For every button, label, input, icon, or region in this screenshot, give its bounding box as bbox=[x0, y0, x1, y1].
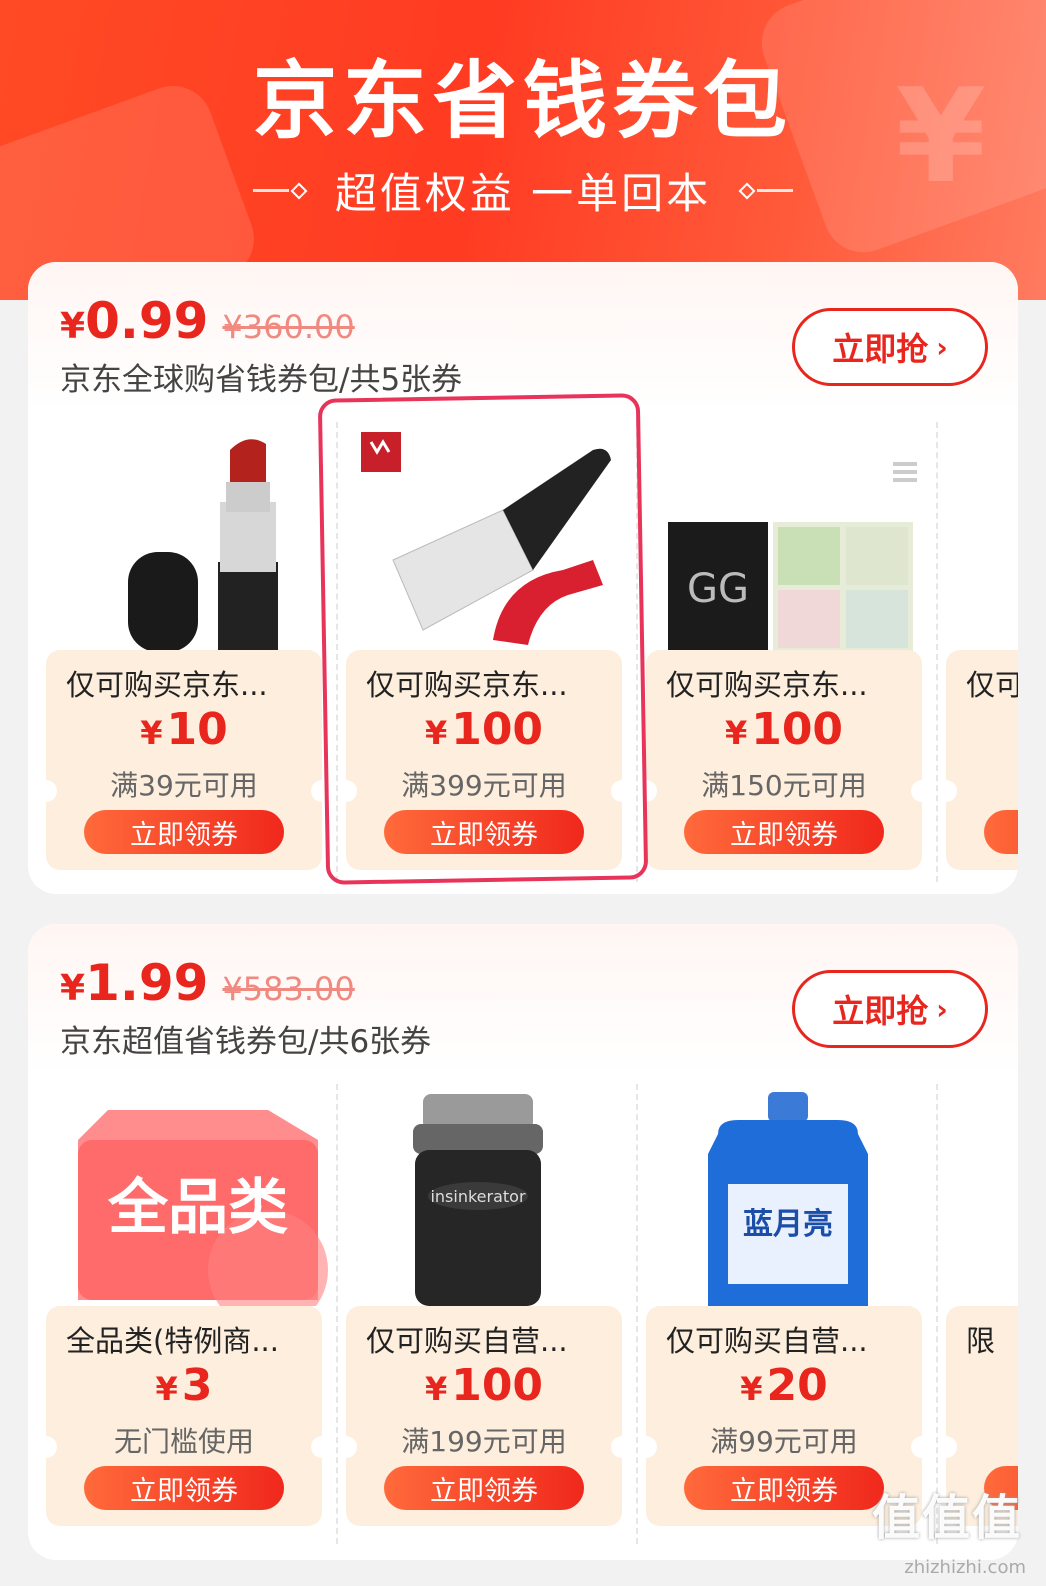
coupon-item: 仅可购买京东... ¥10 满39元可用 立即领券 bbox=[46, 650, 322, 870]
all-category-badge-text: 全品类 bbox=[107, 1173, 288, 1243]
page-title: 京东省钱券包 bbox=[252, 52, 793, 150]
banner-subtitle-row: 超值权益 一单回本 bbox=[0, 160, 1046, 221]
subtitle-left-ornament bbox=[252, 182, 309, 199]
claim-coupon-button[interactable]: 立即领券 bbox=[984, 810, 1018, 854]
coupon-divider bbox=[636, 1084, 638, 1544]
watermark-logo: 值值值 bbox=[871, 1490, 1022, 1546]
claim-coupon-button[interactable]: 立即领券 bbox=[84, 810, 284, 854]
coupon-condition: 无门槛使用 bbox=[113, 1425, 254, 1458]
coupon-value: ¥10 bbox=[140, 704, 228, 755]
coupon-condition: 满99元可用 bbox=[710, 1425, 858, 1458]
detergent-brand-text: 蓝月亮 bbox=[743, 1207, 833, 1242]
coupon-divider bbox=[336, 1084, 338, 1544]
coupon-item: 仅可购买自营... ¥100 满199元可用 立即领券 bbox=[346, 1306, 622, 1526]
coupon-value: ¥3 bbox=[155, 1360, 213, 1411]
grab-now-button[interactable]: 立即抢 › bbox=[792, 970, 988, 1048]
pack-price-row: ¥1.99 ¥583.00 bbox=[60, 954, 355, 1012]
claim-coupon-button[interactable]: 立即领券 bbox=[384, 1466, 584, 1510]
coupon-item: 仅可购买京东... ¥100 满150元可用 立即领券 bbox=[646, 650, 922, 870]
pack-original-price: ¥360.00 bbox=[222, 308, 355, 346]
watermark-url: zhizhizhi.com bbox=[904, 1557, 1026, 1578]
pack-price-row: ¥0.99 ¥360.00 bbox=[60, 292, 355, 350]
product-image-powder: GG bbox=[668, 462, 917, 652]
coupon-condition: 满39元可用 bbox=[110, 769, 258, 802]
product-image-disposer: insinkerator bbox=[413, 1094, 543, 1306]
coupon-value: ¥100 bbox=[724, 704, 844, 755]
coupon-condition: 满199元可用 bbox=[401, 1425, 567, 1458]
svg-text:GG: GG bbox=[687, 566, 749, 612]
coupon-condition: 满150元可用 bbox=[701, 769, 867, 802]
pack-original-price: ¥583.00 bbox=[222, 970, 355, 1008]
highlight-annotation bbox=[317, 393, 649, 885]
banner-subtitle: 超值权益 一单回本 bbox=[334, 169, 712, 218]
pack-description: 京东超值省钱券包/共6张券 bbox=[60, 1024, 432, 1060]
coupon-title: 仅可购买自营... bbox=[366, 1324, 568, 1358]
chevron-right-icon: › bbox=[936, 992, 948, 1026]
coupon-title: 仅可 bbox=[966, 668, 1018, 702]
grab-now-button[interactable]: 立即抢 › bbox=[792, 308, 988, 386]
coupon-title: 仅可购买京东... bbox=[66, 668, 268, 702]
coupon-title: 全品类(特例商... bbox=[66, 1324, 279, 1358]
coupon-item-partial: 仅可 立即领券 bbox=[946, 650, 1018, 870]
claim-coupon-button[interactable]: 立即领券 bbox=[684, 810, 884, 854]
subtitle-right-ornament bbox=[737, 182, 794, 199]
product-image-lipstick bbox=[128, 439, 278, 652]
claim-coupon-button[interactable]: 立即领券 bbox=[84, 1466, 284, 1510]
coupon-value: ¥20 bbox=[740, 1360, 828, 1411]
coupon-item: 全品类(特例商... ¥3 无门槛使用 立即领券 bbox=[46, 1306, 322, 1526]
product-image-all-category: 全品类 bbox=[78, 1110, 328, 1306]
pack-description: 京东全球购省钱券包/共5张券 bbox=[60, 362, 463, 398]
coupon-title: 仅可购买自营... bbox=[666, 1324, 868, 1358]
coupon-divider bbox=[936, 1084, 938, 1544]
coupon-value: ¥100 bbox=[424, 1360, 544, 1411]
product-image-detergent: 蓝月亮 bbox=[708, 1092, 868, 1306]
pack-price: ¥0.99 bbox=[60, 292, 209, 350]
header-banner: ¥ 京东省钱券包 超值权益 一单回本 bbox=[0, 0, 1046, 300]
svg-text:insinkerator: insinkerator bbox=[430, 1187, 525, 1206]
claim-coupon-button[interactable]: 立即领券 bbox=[684, 1466, 884, 1510]
pack-price: ¥1.99 bbox=[60, 954, 209, 1012]
coupon-pack-page: ¥ 京东省钱券包 超值权益 一单回本 ¥0.99 ¥360.00 京东全球购省钱… bbox=[0, 0, 1046, 1586]
coupon-divider bbox=[936, 422, 938, 882]
coupon-title: 仅可购买京东... bbox=[666, 668, 868, 702]
coupon-title: 限 bbox=[966, 1324, 996, 1358]
chevron-right-icon: › bbox=[936, 330, 948, 364]
coupon-pack-card: ¥1.99 ¥583.00 京东超值省钱券包/共6张券 立即抢 › 全品类 ins… bbox=[28, 924, 1018, 1560]
